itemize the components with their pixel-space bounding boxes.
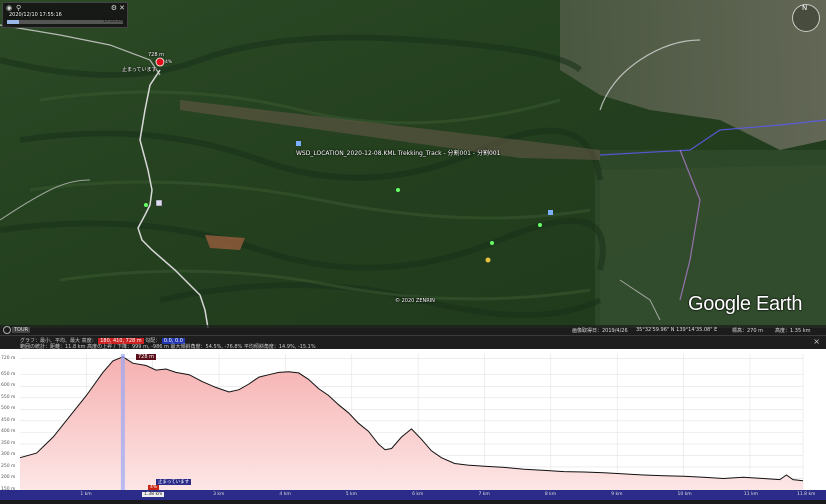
north-indicator: N <box>802 4 808 12</box>
terrain-elevation: 標高：270 m <box>732 328 764 334</box>
google-earth-logo: Google Earth <box>688 293 803 315</box>
elevation-profile-svg[interactable] <box>0 349 826 500</box>
cursor-coordinates: 35°32'59.96" N 139°14'35.08" E <box>636 327 718 333</box>
search-icon[interactable]: ⚲ <box>16 4 21 12</box>
zoom-out-icon[interactable]: ◉ <box>6 4 12 12</box>
y-tick-label: 300 m <box>1 452 16 458</box>
time-slider-handle[interactable] <box>7 20 19 24</box>
map-copyright: © 2020 ZENRIN <box>395 298 435 304</box>
peak-status-label: 止まっています <box>122 67 157 73</box>
cursor-distance-tag: 1.38 km <box>142 492 165 497</box>
x-tick-label: 7 km <box>478 492 490 497</box>
x-tick-label: 11.8 km <box>797 492 816 497</box>
x-tick-label: 5 km <box>345 492 358 497</box>
y-tick-label: 350 m <box>1 440 16 446</box>
y-tick-label: 250 m <box>1 463 16 469</box>
earth-map-view[interactable]: ◉ ⚲ ⚙ ✕ 2020/12/10 17:55:16 17:55:16 N 7… <box>0 0 826 328</box>
cursor-percent-tag: 4% <box>148 485 160 490</box>
close-icon[interactable]: ✕ <box>119 4 125 12</box>
close-profile-icon[interactable]: × <box>813 337 820 346</box>
peak-elevation-label: 728 m <box>148 52 165 58</box>
settings-icon[interactable]: ⚙ <box>111 4 117 12</box>
elevation-profile-header: グラフ：最小、平均、最大 高度： 180, 410, 728 m 勾配： 0.0… <box>0 335 826 350</box>
elevation-profile-chart[interactable]: 720 m 650 m 600 m 550 m 500 m 450 m 400 m 350 m… <box>0 349 826 500</box>
time-slider-date: 2020/12/10 17:55:16 <box>9 12 62 18</box>
x-tick-label: 3 km <box>213 492 225 497</box>
peak-percent-label: 4% <box>165 60 173 65</box>
navigation-compass[interactable]: N <box>792 4 820 32</box>
y-tick-label: 650 m <box>1 371 16 377</box>
y-tick-label: 150 m <box>1 487 16 492</box>
y-tick-label: 400 m <box>1 429 16 435</box>
cursor-status-tag: 止まっています <box>156 479 192 485</box>
elevation-area <box>20 356 803 490</box>
x-tick-label: 9 km <box>611 492 623 497</box>
x-tick-label: 1 km <box>80 492 92 497</box>
y-tick-label: 500 m <box>1 406 16 412</box>
y-tick-label: 200 m <box>1 475 16 481</box>
tour-icon[interactable] <box>3 326 11 334</box>
tour-button[interactable]: TOUR <box>12 327 31 333</box>
x-tick-label: 10 km <box>677 492 692 497</box>
eye-altitude: 高度：1.35 km <box>775 328 811 334</box>
peak-position-marker <box>155 57 165 67</box>
profile-cursor-band[interactable] <box>120 354 125 490</box>
y-tick-label: 720 m <box>1 355 16 361</box>
imagery-date: 画像取得日：2019/4/26 <box>572 328 628 334</box>
time-slider-end: 17:55:16 <box>102 19 123 24</box>
time-slider-panel[interactable]: ◉ ⚲ ⚙ ✕ 2020/12/10 17:55:16 17:55:16 <box>2 2 128 28</box>
y-tick-label: 450 m <box>1 417 16 423</box>
x-tick-label: 8 km <box>544 492 557 497</box>
cursor-elevation-tag: 728 m <box>136 354 157 360</box>
x-tick-label: 11 km <box>743 492 759 497</box>
y-tick-label: 600 m <box>1 383 16 389</box>
track-label[interactable]: WSD_LOCATION_2020-12-08.KML Trekking_Tra… <box>296 148 500 157</box>
y-tick-label: 550 m <box>1 394 16 400</box>
x-tick-label: 4 km <box>279 492 291 497</box>
satellite-imagery <box>0 0 826 328</box>
status-bar: TOUR 画像取得日：2019/4/26 35°32'59.96" N 139°… <box>0 325 826 335</box>
x-tick-label: 6 km <box>412 492 424 497</box>
